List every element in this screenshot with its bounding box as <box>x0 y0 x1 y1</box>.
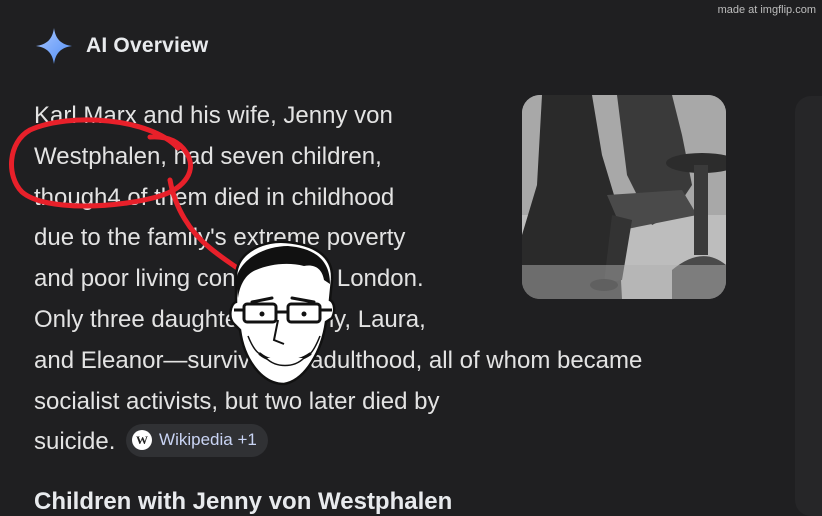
side-panel-edge <box>795 96 822 516</box>
source-chip-label: Wikipedia +1 <box>159 429 257 449</box>
overview-line-last: suicide. W Wikipedia +1 <box>34 422 734 463</box>
imgflip-watermark: made at imgflip.com <box>717 4 816 16</box>
source-chip-wikipedia[interactable]: W Wikipedia +1 <box>126 423 268 457</box>
ai-overview-header: AI Overview <box>34 26 208 66</box>
overview-line: Only three daughters—Jenny, Laura, <box>34 305 426 333</box>
wikipedia-icon: W <box>132 430 153 451</box>
overview-line: and Eleanor—survived to adulthood, all o… <box>34 346 643 374</box>
marx-family-photo[interactable] <box>522 95 726 299</box>
next-section-heading: Children with Jenny von Westphalen <box>34 488 453 515</box>
sparkle-icon <box>36 28 72 64</box>
ai-overview-title: AI Overview <box>86 34 209 57</box>
overview-line-text: suicide. <box>34 428 116 456</box>
meme-face <box>229 240 336 386</box>
photo-image <box>522 95 726 299</box>
overview-line: socialist activists, but two later died … <box>34 387 440 415</box>
